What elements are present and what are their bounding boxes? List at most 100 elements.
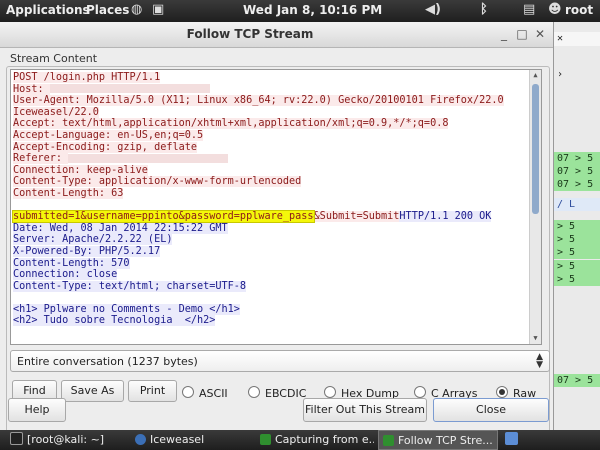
bg-packet-row: / L	[553, 198, 600, 211]
stream-line: Content-Length: 570	[13, 257, 537, 270]
highlighted-credentials: submitted=1&username=ppinto&password=ppl…	[12, 210, 315, 224]
print-button[interactable]: Print	[128, 380, 177, 402]
stream-line: Referer:	[13, 153, 537, 165]
stream-line: Server: Apache/2.2.22 (EL)	[13, 234, 537, 246]
stream-line: User-Agent: Mozilla/5.0 (X11; Linux x86_…	[13, 95, 537, 107]
bg-toolbar: ›	[557, 69, 564, 80]
bg-packet-row: 07 > 5	[553, 178, 600, 191]
redacted-value	[49, 84, 210, 94]
stream-line-text: Accept-Encoding: gzip, deflate	[13, 141, 198, 153]
task-wireshark-label: Capturing from e...	[275, 433, 374, 446]
window-title: Follow TCP Stream	[186, 27, 314, 41]
stream-line: Date: Wed, 08 Jan 2014 22:15:22 GMT	[13, 222, 537, 235]
iceweasel-icon	[135, 434, 146, 445]
select-arrows-icon: ▲ ▼	[536, 352, 543, 370]
stream-line-text: Referer:	[13, 153, 69, 165]
bg-packet-row: 07 > 5	[553, 374, 600, 387]
stream-line: Content-Type: text/html; charset=UTF-8	[13, 280, 537, 293]
stream-line: Content-Length: 63	[13, 187, 537, 200]
bg-packet-row: > 5	[553, 233, 600, 246]
scroll-thumb[interactable]	[532, 84, 539, 214]
task-follow-label: Follow TCP Stre...	[398, 434, 493, 447]
task-wireshark-capture[interactable]: Capturing from e...	[256, 430, 374, 450]
stream-line-text: Iceweasel/22.0	[13, 106, 99, 118]
bg-packet-row: > 5	[553, 220, 600, 233]
wireshark-icon	[260, 434, 271, 445]
stream-line-text: Host:	[13, 83, 50, 95]
stream-line	[13, 200, 537, 212]
stream-line: Accept-Encoding: gzip, deflate	[13, 141, 537, 154]
stream-line-text: Connection: close	[13, 269, 118, 281]
stream-line: POST /login.php HTTP/1.1	[13, 72, 537, 84]
stream-line: Host:	[13, 83, 537, 96]
task-follow-tcp-stream[interactable]: Follow TCP Stre...	[378, 430, 498, 450]
stream-line: Accept-Language: en-US,en;q=0.5	[13, 129, 537, 142]
stream-line: Connection: keep-alive	[13, 164, 537, 177]
stream-line: <h1> Pplware no Comments - Demo </h1>	[13, 303, 537, 316]
encoding-radio-ebcdic[interactable]: EBCDIC	[248, 386, 306, 400]
help-button[interactable]: Help	[8, 398, 66, 422]
taskbar: [root@kali: ~] Iceweasel Capturing from …	[0, 430, 600, 450]
stream-line-text: Content-Type: text/html; charset=UTF-8	[13, 280, 247, 292]
terminal-launcher-icon[interactable]: ▣	[152, 2, 164, 17]
radio-indicator[interactable]	[182, 386, 194, 398]
stream-line-text: Accept-Language: en-US,en;q=0.5	[13, 129, 204, 141]
stream-line: <h2> Tudo sobre Tecnologia </h2>	[13, 315, 537, 327]
task-terminal-label: [root@kali: ~]	[27, 433, 105, 446]
wireshark-icon	[383, 435, 394, 446]
bg-packet-row: 07 > 5	[553, 152, 600, 165]
stream-line-text: HTTP/1.1 200 OK	[399, 211, 492, 223]
conversation-select[interactable]: Entire conversation (1237 bytes) ▲ ▼	[10, 350, 550, 372]
iceweasel-launcher-icon[interactable]: ◍	[131, 2, 142, 17]
bg-packet-row: > 5	[553, 246, 600, 259]
task-iceweasel-label: Iceweasel	[150, 433, 205, 446]
stream-line	[13, 292, 537, 304]
task-terminal[interactable]: [root@kali: ~]	[6, 430, 126, 450]
user-menu[interactable]: root	[565, 3, 593, 17]
stream-line-text: Accept: text/html,application/xhtml+xml,…	[13, 118, 449, 130]
bg-packet-row: 07 > 5	[553, 165, 600, 178]
stream-line-text: Content-Length: 63	[13, 187, 124, 199]
bluetooth-icon[interactable]: ᛒ	[480, 2, 488, 17]
volume-icon[interactable]: ◀)	[425, 2, 441, 17]
terminal-icon	[10, 432, 23, 445]
encoding-radio-ascii[interactable]: ASCII	[182, 386, 228, 400]
stream-content-label: Stream Content	[10, 52, 98, 65]
stream-line-text: POST /login.php HTTP/1.1	[13, 72, 161, 83]
stream-line: Iceweasel/22.0	[13, 106, 537, 119]
radio-indicator[interactable]	[248, 386, 260, 398]
bg-packet-row: > 5	[553, 273, 600, 286]
stream-line: submitted=1&username=ppinto&password=ppl…	[12, 210, 537, 224]
stream-text-view[interactable]: POST /login.php HTTP/1.1 Host: User-Agent…	[10, 69, 542, 345]
scroll-up-icon[interactable]: ▲	[530, 70, 541, 81]
stream-line-text: Server: Apache/2.2.22 (EL)	[13, 234, 173, 246]
task-iceweasel[interactable]: Iceweasel	[131, 430, 251, 450]
stream-line-text: Connection: keep-alive	[13, 164, 148, 176]
close-button[interactable]: Close	[433, 398, 549, 422]
bg-packet-row: > 5	[553, 260, 600, 273]
conversation-select-value: Entire conversation (1237 bytes)	[17, 355, 198, 368]
places-menu[interactable]: Places	[86, 3, 129, 17]
radio-indicator[interactable]	[414, 386, 426, 398]
maximize-icon[interactable]: □	[514, 27, 530, 41]
radio-indicator[interactable]	[324, 386, 336, 398]
workspace-icon	[505, 432, 518, 445]
workspace-switcher[interactable]	[503, 430, 521, 450]
background-wireshark-window: ✕ › 07 > 5 07 > 5 07 > 5/ L > 5 > 5 > 5 > 5 > 5…	[553, 22, 600, 430]
stream-line-text: Date: Wed, 08 Jan 2014 22:15:22 GMT	[13, 222, 228, 234]
scroll-down-icon[interactable]: ▼	[530, 333, 541, 344]
applications-menu[interactable]: Applications	[6, 3, 90, 17]
network-icon[interactable]: ▤	[523, 2, 535, 17]
radio-indicator[interactable]	[496, 386, 508, 398]
clock[interactable]: Wed Jan 8, 10:16 PM	[243, 3, 382, 17]
stream-line-text: X-Powered-By: PHP/5.2.17	[13, 245, 161, 257]
close-icon[interactable]: ✕	[532, 27, 548, 41]
top-panel: Applications Places ◍ ▣ Wed Jan 8, 10:16…	[0, 0, 600, 22]
filter-out-stream-button[interactable]: Filter Out This Stream	[303, 398, 427, 422]
stream-line-text: <h1> Pplware no Comments - Demo </h1>	[13, 303, 240, 315]
vertical-scrollbar[interactable]: ▲ ▼	[529, 70, 541, 344]
save-as-button[interactable]: Save As	[61, 380, 124, 402]
minimize-icon[interactable]: _	[496, 27, 512, 41]
titlebar[interactable]: Follow TCP Stream _ □ ✕	[0, 22, 553, 48]
stream-line-text: <h2> Tudo sobre Tecnologia </h2>	[13, 315, 216, 327]
